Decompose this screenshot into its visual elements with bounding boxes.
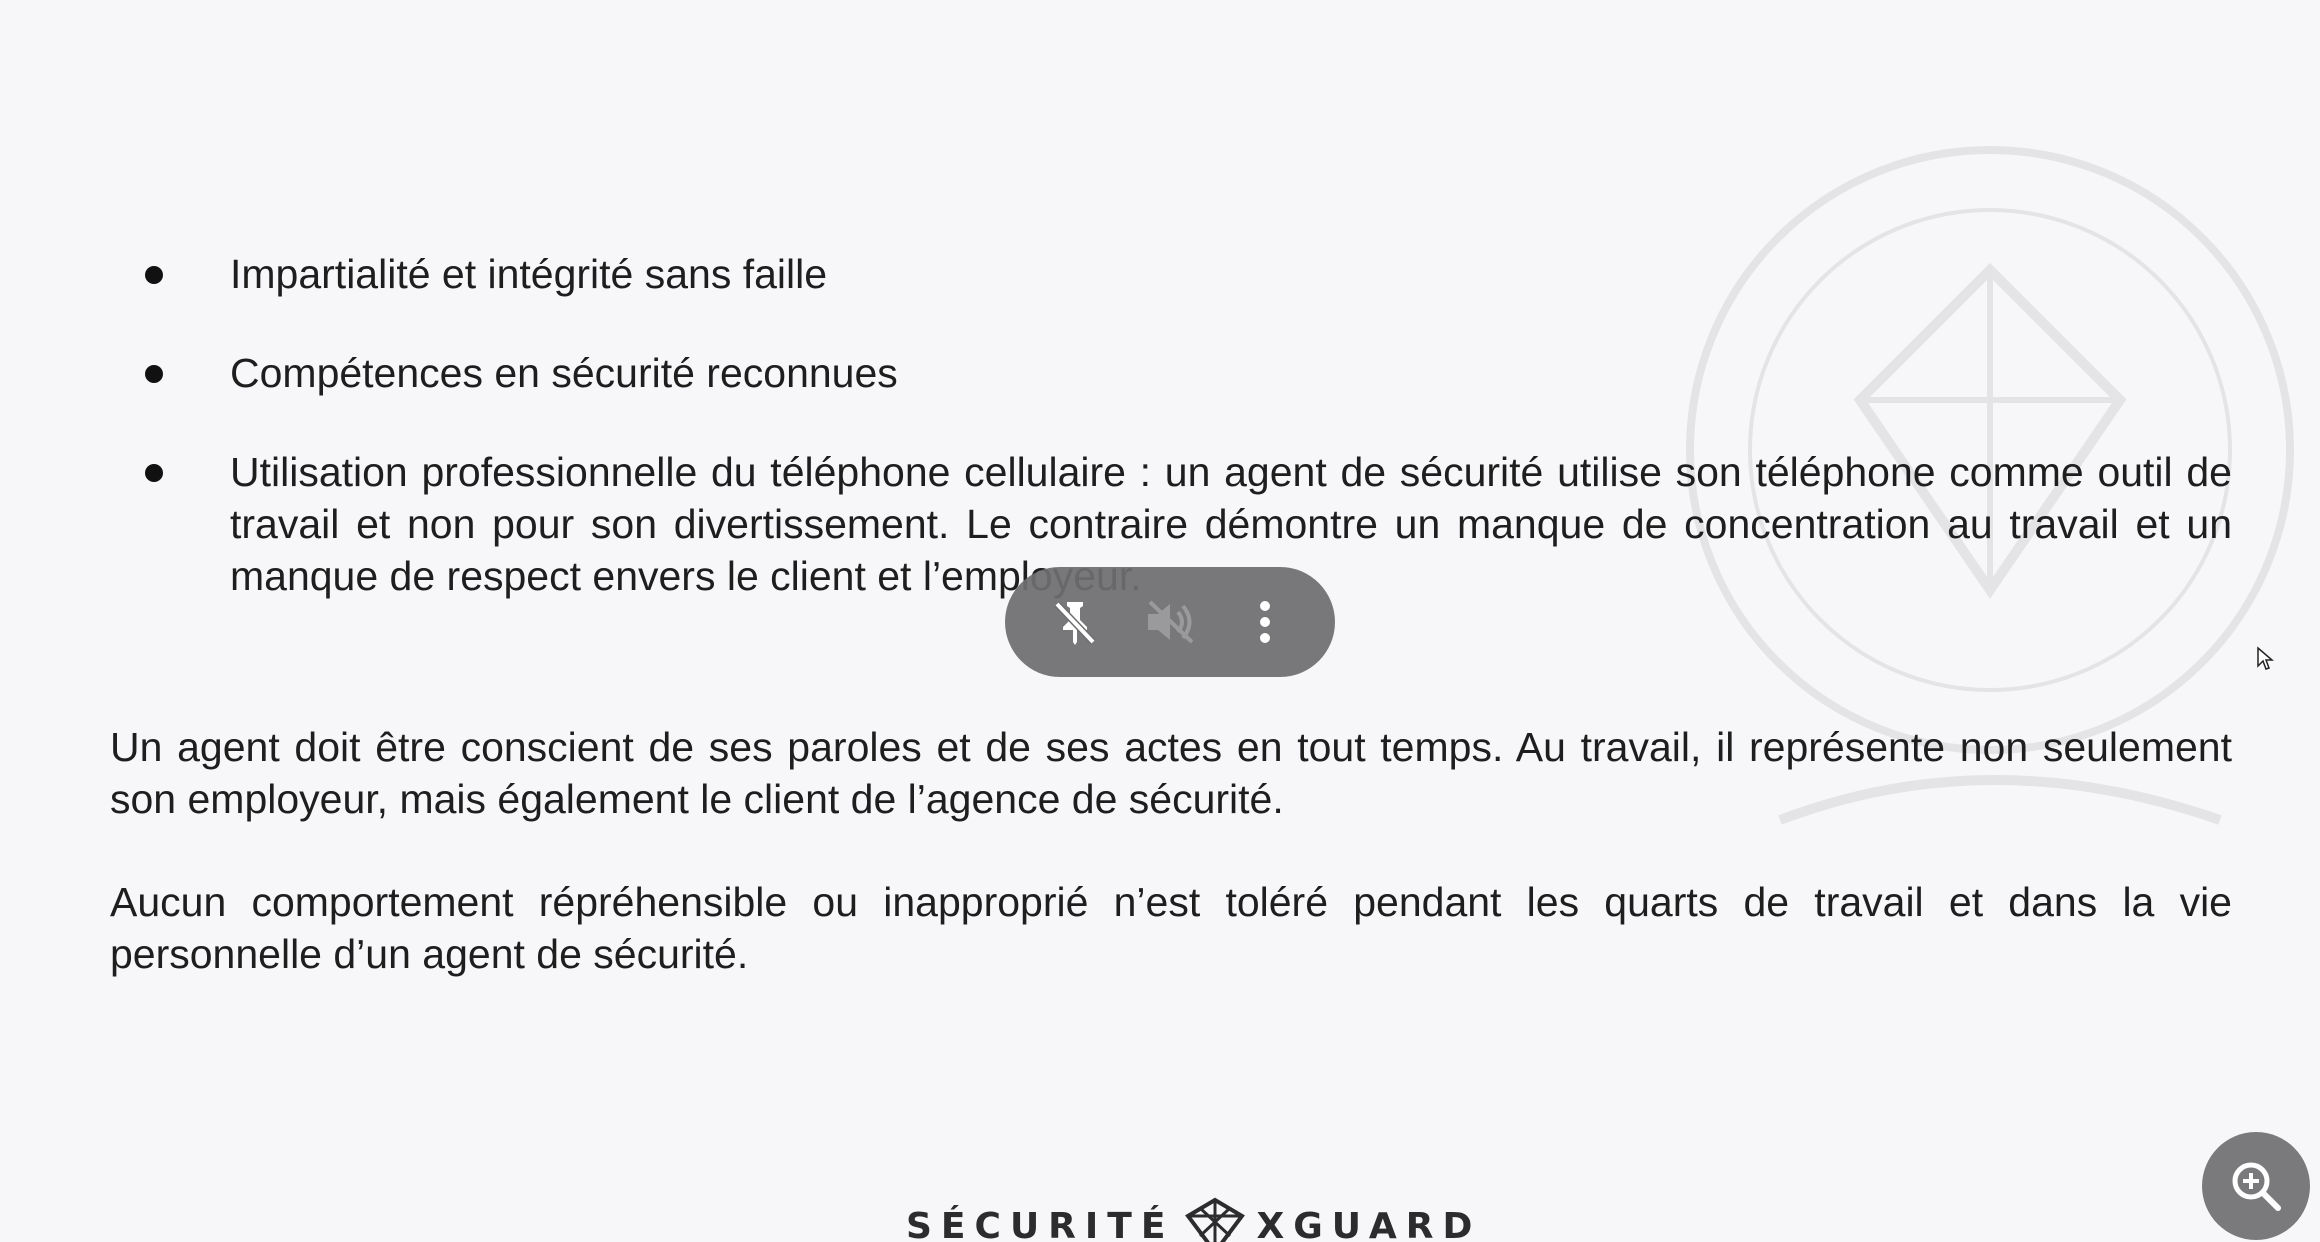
logo-text-right: XGUARD [1256, 1205, 1482, 1242]
list-item: Compétences en sécurité reconnues [140, 347, 2232, 399]
zoom-in-button[interactable] [2202, 1132, 2310, 1240]
bullet-marker [145, 365, 163, 383]
bullet-marker [145, 464, 163, 482]
paragraph: Aucun comportement répréhensible ou inap… [110, 879, 2232, 977]
bullet-text: Compétences en sécurité reconnues [230, 350, 898, 396]
mute-button[interactable] [1132, 584, 1208, 660]
logo-emblem-icon [1185, 1197, 1246, 1242]
more-options-button[interactable] [1227, 584, 1303, 660]
document-page: Impartialité et intégrité sans faille Co… [0, 0, 2320, 1242]
zoom-in-icon [2232, 1162, 2281, 1211]
logo-text-left: SÉCURITÉ [906, 1205, 1175, 1242]
list-item: Impartialité et intégrité sans faille [140, 248, 2232, 300]
volume-off-icon [1147, 600, 1194, 644]
more-vertical-icon [1260, 601, 1271, 643]
screen-share-controls [1005, 567, 1335, 677]
pin-off-icon [1054, 601, 1096, 645]
footer-logo: SÉCURITÉ XGUARD [906, 1196, 1481, 1242]
paragraph: Un agent doit être conscient de ses paro… [110, 724, 2232, 822]
mouse-cursor-icon [2257, 646, 2274, 670]
bullet-text: Impartialité et intégrité sans faille [230, 251, 828, 297]
unpin-button[interactable] [1037, 584, 1113, 660]
bullet-marker [145, 266, 163, 284]
